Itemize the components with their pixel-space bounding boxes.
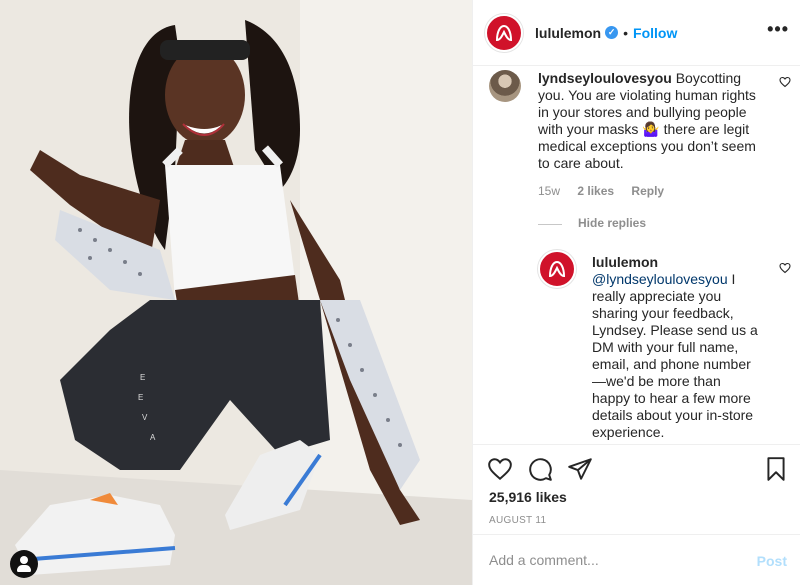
comment-text: lyndseyloulovesyou Boycotting you. You a… (538, 70, 768, 172)
reply-button[interactable]: Reply (631, 184, 664, 198)
user-tag-icon[interactable] (10, 550, 38, 578)
comment-age: 15w (538, 184, 561, 198)
comment-like-heart-icon[interactable] (779, 76, 791, 88)
instagram-post-view: E E V A lululemon ✓ • Follow ••• lyndseylou… (0, 0, 800, 585)
svg-text:E: E (138, 393, 143, 402)
add-comment-input[interactable] (489, 549, 729, 571)
svg-text:V: V (142, 413, 148, 422)
post-details-panel: lululemon ✓ • Follow ••• lyndseylouloves… (472, 0, 800, 585)
verified-badge-icon: ✓ (605, 26, 619, 39)
svg-text:E: E (140, 373, 145, 382)
reply-body: I really appreciate you sharing your fee… (592, 271, 758, 440)
heart-icon[interactable] (487, 456, 513, 482)
comment-composer: Post (473, 534, 800, 585)
reply-mention-link[interactable]: @lyndseyloulovesyou (592, 271, 728, 287)
lululemon-logo-icon (485, 13, 523, 52)
post-photo[interactable]: E E V A (0, 0, 472, 585)
svg-text:A: A (150, 433, 156, 442)
post-header: lululemon ✓ • Follow ••• (473, 0, 800, 66)
follow-button[interactable]: Follow (633, 25, 677, 41)
reply-text: lululemon @lyndseyloulovesyou I really a… (592, 254, 762, 441)
user-tag-icon-head (20, 556, 28, 564)
author-username[interactable]: lululemon (535, 25, 601, 41)
header-separator: • (623, 24, 629, 41)
post-actions: 25,916 likes AUGUST 11 (473, 444, 800, 534)
author-avatar[interactable] (485, 13, 523, 52)
reply-username[interactable]: lululemon (592, 254, 658, 270)
comment-meta: 15w 2 likes Reply (538, 184, 678, 198)
replies-divider (538, 224, 562, 225)
more-options-icon[interactable]: ••• (767, 20, 789, 38)
reply-author-avatar[interactable] (538, 250, 576, 288)
comments-section[interactable]: lyndseyloulovesyou Boycotting you. You a… (473, 66, 800, 444)
commenter-avatar[interactable] (489, 70, 521, 102)
post-comment-button[interactable]: Post (757, 553, 787, 569)
bookmark-icon[interactable] (763, 456, 789, 482)
hide-replies-button[interactable]: Hide replies (578, 216, 646, 230)
comment-likes[interactable]: 2 likes (577, 184, 614, 198)
lululemon-logo-icon (538, 250, 576, 288)
reply-like-heart-icon[interactable] (779, 262, 791, 274)
post-date: AUGUST 11 (489, 515, 547, 526)
user-tag-icon-body (17, 565, 31, 572)
likes-count[interactable]: 25,916 likes (489, 489, 567, 505)
comment-icon[interactable] (527, 456, 553, 482)
commenter-username[interactable]: lyndseyloulovesyou (538, 70, 672, 86)
athlete-photo-illustration: E E V A (0, 0, 472, 585)
paper-plane-icon[interactable] (567, 456, 593, 482)
